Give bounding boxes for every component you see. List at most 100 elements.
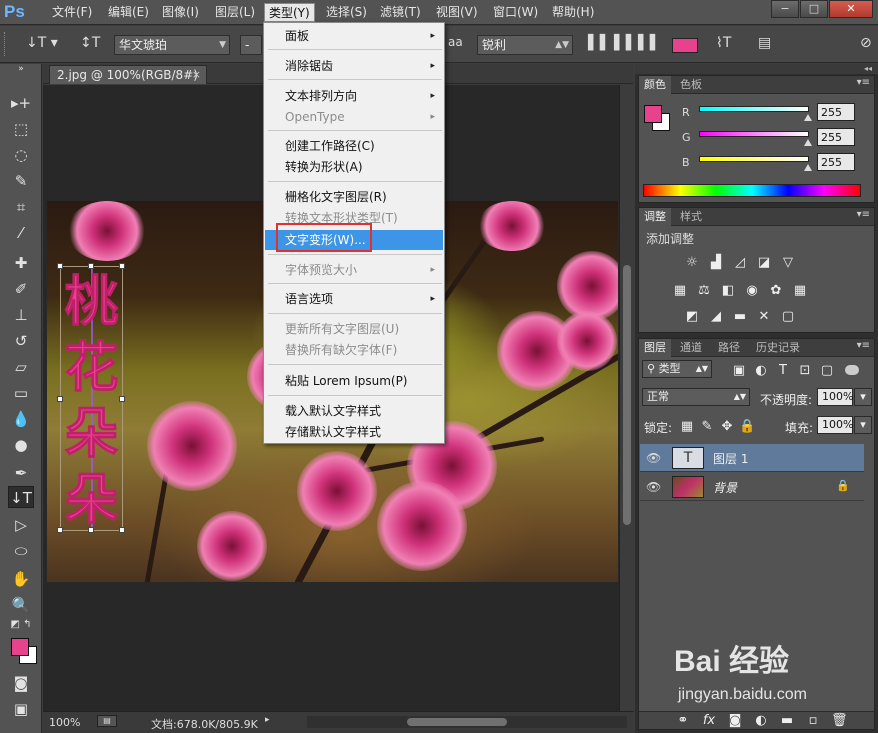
menu-item-antialias[interactable]: 消除锯齿 ▸ [265, 56, 443, 76]
menu-item-language-options[interactable]: 语言选项 ▸ [265, 289, 443, 309]
marquee-tool-icon[interactable]: ⬚ [8, 118, 34, 140]
tab-color[interactable]: 颜色 [639, 76, 671, 94]
horizontal-scroll-thumb[interactable] [407, 718, 507, 726]
tab-adjustments[interactable]: 调整 [639, 208, 671, 226]
slider-knob[interactable] [804, 164, 812, 171]
tab-history[interactable]: 历史记录 [751, 339, 805, 357]
lasso-tool-icon[interactable]: ◌ [8, 144, 34, 166]
zoom-tool-icon[interactable]: 🔍 [8, 594, 34, 616]
swap-colors-icon[interactable]: ◩ ↰ [8, 618, 34, 632]
menu-item-font-preview-size[interactable]: 字体预览大小 ▸ [265, 260, 443, 280]
channel-b-slider[interactable] [699, 156, 809, 162]
channel-g-value[interactable]: 255 [817, 128, 855, 146]
levels-icon[interactable]: ▟ [708, 256, 724, 270]
screen-mode-icon[interactable]: ▣ [8, 698, 34, 720]
eraser-tool-icon[interactable]: ▱ [8, 356, 34, 378]
ellipse-tool-icon[interactable]: ⬭ [8, 540, 34, 562]
hand-tool-icon[interactable]: ✋ [8, 568, 34, 590]
align-center-icon[interactable]: ▌▌ [614, 35, 638, 51]
filter-smart-object-icon[interactable]: ▢ [819, 364, 835, 378]
menu-item-load-default-type-styles[interactable]: 载入默认文字样式 [265, 401, 443, 421]
type-tool-preset-icon[interactable]: ↓T ▾ [26, 35, 58, 51]
pen-tool-icon[interactable]: ✒ [8, 462, 34, 484]
align-left-icon[interactable]: ▌▌ [588, 35, 612, 51]
antialias-select[interactable]: 锐利 ▲▼ [477, 35, 573, 55]
menu-item-replace-missing-fonts[interactable]: 替换所有缺欠字体(F) [265, 340, 443, 360]
font-family-select[interactable]: 华文琥珀 ▼ [114, 35, 230, 55]
tab-paths[interactable]: 路径 [713, 339, 745, 357]
lock-image-icon[interactable]: ✎ [699, 420, 715, 434]
blend-mode-select[interactable]: 正常 ▲▼ [642, 388, 750, 406]
menu-help[interactable]: 帮助(H) [548, 3, 598, 22]
text-orientation-icon[interactable]: ↕T [80, 35, 100, 51]
crop-tool-icon[interactable]: ⌗ [8, 196, 34, 218]
cancel-icon[interactable]: ⊘ [860, 35, 872, 51]
menu-filter[interactable]: 滤镜(T) [376, 3, 425, 22]
channel-r-slider[interactable] [699, 106, 809, 112]
fill-input[interactable]: 100% [817, 416, 853, 434]
layer-filter-select[interactable]: ⚲ 类型 ▲▼ [642, 360, 712, 378]
minimize-button[interactable]: − [771, 0, 799, 18]
color-spectrum-bar[interactable] [643, 184, 861, 197]
restore-button[interactable]: □ [800, 0, 828, 18]
menu-window[interactable]: 窗口(W) [489, 3, 542, 22]
eyedropper-tool-icon[interactable]: ⁄ [8, 222, 34, 244]
eye-icon[interactable]: 👁 [646, 480, 661, 494]
history-brush-tool-icon[interactable]: ↺ [8, 330, 34, 352]
filter-toggle[interactable] [845, 365, 859, 375]
posterize-icon[interactable]: ◢ [708, 310, 724, 324]
status-icon[interactable]: ▤ [97, 715, 117, 727]
gradient-tool-icon[interactable]: ▭ [8, 382, 34, 404]
menu-item-convert-to-shape[interactable]: 转换为形状(A) [265, 157, 443, 177]
menu-item-save-default-type-styles[interactable]: 存储默认文字样式 [265, 422, 443, 442]
curves-icon[interactable]: ◿ [732, 256, 748, 270]
channel-mixer-icon[interactable]: ✿ [768, 284, 784, 298]
photo-filter-icon[interactable]: ◉ [744, 284, 760, 298]
lock-transparent-icon[interactable]: ▦ [679, 420, 695, 434]
tab-styles[interactable]: 样式 [675, 208, 707, 226]
menu-select[interactable]: 选择(S) [322, 3, 371, 22]
tab-layers[interactable]: 图层 [639, 339, 671, 357]
menu-item-create-work-path[interactable]: 创建工作路径(C) [265, 136, 443, 156]
warp-text-icon[interactable]: ⌇T [716, 35, 731, 51]
layer-row[interactable]: 👁 背景 🔒 [640, 473, 864, 501]
dock-collapse-icon[interactable]: ◂◂ [635, 64, 878, 74]
horizontal-scrollbar[interactable] [307, 716, 627, 728]
color-balance-icon[interactable]: ⚖ [696, 284, 712, 298]
zoom-level[interactable]: 100% [49, 716, 80, 729]
character-panel-icon[interactable]: ▤ [758, 35, 771, 51]
filter-adjustment-icon[interactable]: ◐ [753, 364, 769, 378]
type-tool-icon[interactable]: ↓T [8, 486, 34, 508]
channel-r-value[interactable]: 255 [817, 103, 855, 121]
quick-mask-icon[interactable]: ◙ [8, 672, 34, 694]
menu-item-opentype[interactable]: OpenType ▸ [265, 107, 443, 127]
brightness-icon[interactable]: ☼ [684, 256, 700, 270]
toolbox-collapse-icon[interactable]: » [8, 64, 34, 74]
vertical-scroll-thumb[interactable] [623, 265, 631, 525]
menu-layer[interactable]: 图层(L) [211, 3, 259, 22]
menu-item-update-all-text-layers[interactable]: 更新所有文字图层(U) [265, 319, 443, 339]
vertical-text-layer[interactable]: 桃 花 朵 朵 [60, 268, 123, 532]
foreground-color-swatch[interactable] [11, 638, 29, 656]
opacity-dropdown-icon[interactable]: ▾ [854, 388, 872, 406]
healing-brush-tool-icon[interactable]: ✚ [8, 252, 34, 274]
tab-swatches[interactable]: 色板 [675, 76, 707, 94]
panel-menu-icon[interactable]: ▾≡ [857, 77, 870, 88]
brush-tool-icon[interactable]: ✐ [8, 278, 34, 300]
menu-view[interactable]: 视图(V) [432, 3, 482, 22]
dodge-tool-icon[interactable]: ● [8, 434, 34, 456]
slider-knob[interactable] [804, 139, 812, 146]
vertical-scrollbar[interactable] [619, 85, 634, 711]
align-right-icon[interactable]: ▌▌ [638, 35, 662, 51]
menu-file[interactable]: 文件(F) [48, 3, 96, 22]
fill-dropdown-icon[interactable]: ▾ [854, 416, 872, 434]
panel-menu-icon[interactable]: ▾≡ [857, 209, 870, 220]
blur-tool-icon[interactable]: 💧 [8, 408, 34, 430]
move-tool-icon[interactable]: ▸+ [8, 92, 34, 114]
opacity-input[interactable]: 100% [817, 388, 853, 406]
threshold-icon[interactable]: ▬ [732, 310, 748, 324]
slider-knob[interactable] [804, 114, 812, 121]
color-panel-foreground[interactable] [644, 105, 662, 123]
menu-edit[interactable]: 编辑(E) [104, 3, 153, 22]
menu-type[interactable]: 类型(Y) [264, 3, 315, 22]
